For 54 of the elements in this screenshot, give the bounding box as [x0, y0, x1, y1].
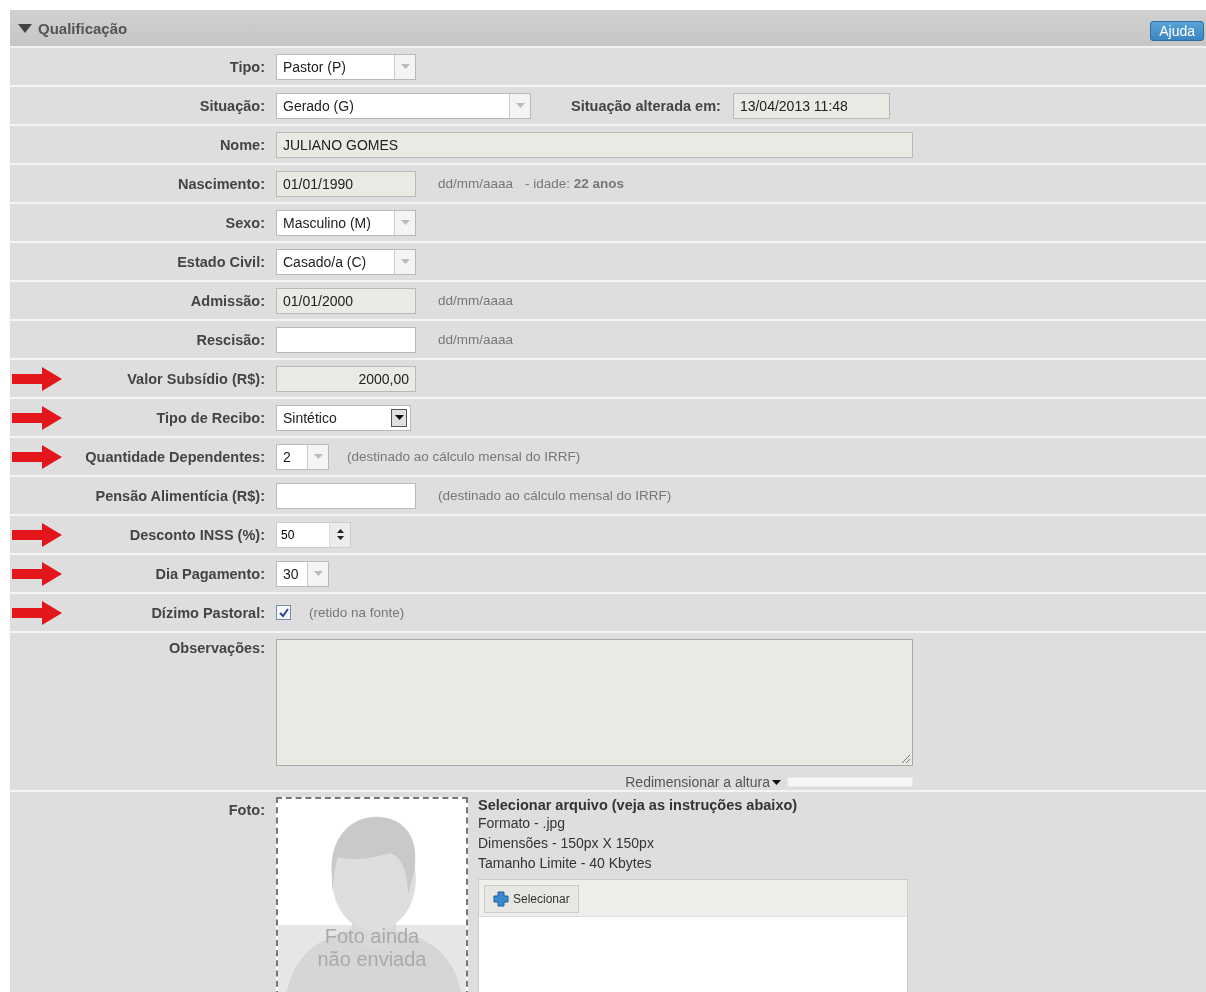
input-field[interactable]: 01/01/1990 [276, 170, 416, 197]
field-label: Estado Civil: [177, 253, 265, 270]
field-hint: (destinado ao cálculo mensal do IRRF) [347, 449, 581, 464]
field-label: Quantidade Dependentes: [85, 448, 265, 465]
select-file-button[interactable]: Selecionar [484, 885, 579, 913]
field-label: Situação: [199, 97, 265, 114]
field-label: Observações: [169, 640, 265, 656]
instruction-line: Tamanho Limite - 40 Kbytes [478, 854, 653, 873]
dropdown-arrow-icon [400, 220, 410, 225]
field-label: Foto: [228, 802, 265, 818]
dropdown[interactable]: Sintético [276, 404, 411, 431]
field-label: Situação alterada em: [571, 97, 721, 114]
input-field[interactable] [276, 482, 416, 509]
field-label: Tipo de Recibo: [156, 409, 265, 426]
resize-height-link[interactable]: Redimensionar a altura [625, 774, 770, 790]
field-label: Dízimo Pastoral: [151, 604, 265, 621]
field-label: Sexo: [225, 214, 265, 231]
plus-icon [493, 891, 509, 907]
collapse-triangle-icon[interactable] [18, 23, 32, 33]
field-label: Rescisão: [196, 331, 265, 348]
field-hint: dd/mm/aaaa [438, 332, 514, 347]
input-field[interactable]: 2000,00 [276, 365, 416, 392]
field-label: Nascimento: [177, 175, 265, 192]
dropdown-arrow-icon [772, 779, 781, 785]
input-field[interactable]: 01/01/2000 [276, 287, 416, 314]
dropdown-arrow-icon [313, 454, 323, 459]
field-hint: (destinado ao cálculo mensal do IRRF) [438, 488, 672, 503]
field-hint: (retido na fonte) [309, 605, 405, 620]
instructions-title: Selecionar arquivo (veja as instruções abaixo) [478, 797, 799, 813]
field-label: Tipo: [229, 58, 265, 75]
field-hint: dd/mm/aaaa [438, 176, 514, 191]
dropdown-arrow-icon [400, 259, 410, 264]
age-note: - idade: 22 anos [525, 176, 625, 191]
section-title: Qualificação [38, 19, 128, 37]
dropdown-arrow-icon [400, 64, 410, 69]
field-hint: dd/mm/aaaa [438, 293, 514, 308]
number-spinner[interactable]: 50 [276, 521, 351, 548]
input-field[interactable] [276, 326, 416, 353]
checkbox[interactable] [276, 605, 291, 620]
instruction-line: Dimensões - 150px X 150px [478, 834, 655, 853]
up-down-arrows-icon [336, 529, 344, 540]
resize-bar[interactable] [787, 777, 913, 787]
dropdown-arrow-icon [515, 103, 525, 108]
field-label: Pensão Alimentícia (R$): [95, 487, 265, 504]
field-label: Nome: [219, 136, 265, 153]
instruction-line: Formato - .jpg [478, 814, 567, 833]
field-label: Desconto INSS (%): [129, 526, 265, 543]
field-label: Dia Pagamento: [155, 565, 265, 582]
field-label: Admissão: [190, 292, 265, 309]
resize-grip-icon[interactable] [901, 754, 910, 763]
field-label: Valor Subsídio (R$): [127, 370, 265, 387]
input-field[interactable]: JULIANO GOMES [276, 131, 913, 158]
dropdown-arrow-icon [313, 571, 323, 576]
dropdown-arrow-icon [394, 415, 404, 420]
